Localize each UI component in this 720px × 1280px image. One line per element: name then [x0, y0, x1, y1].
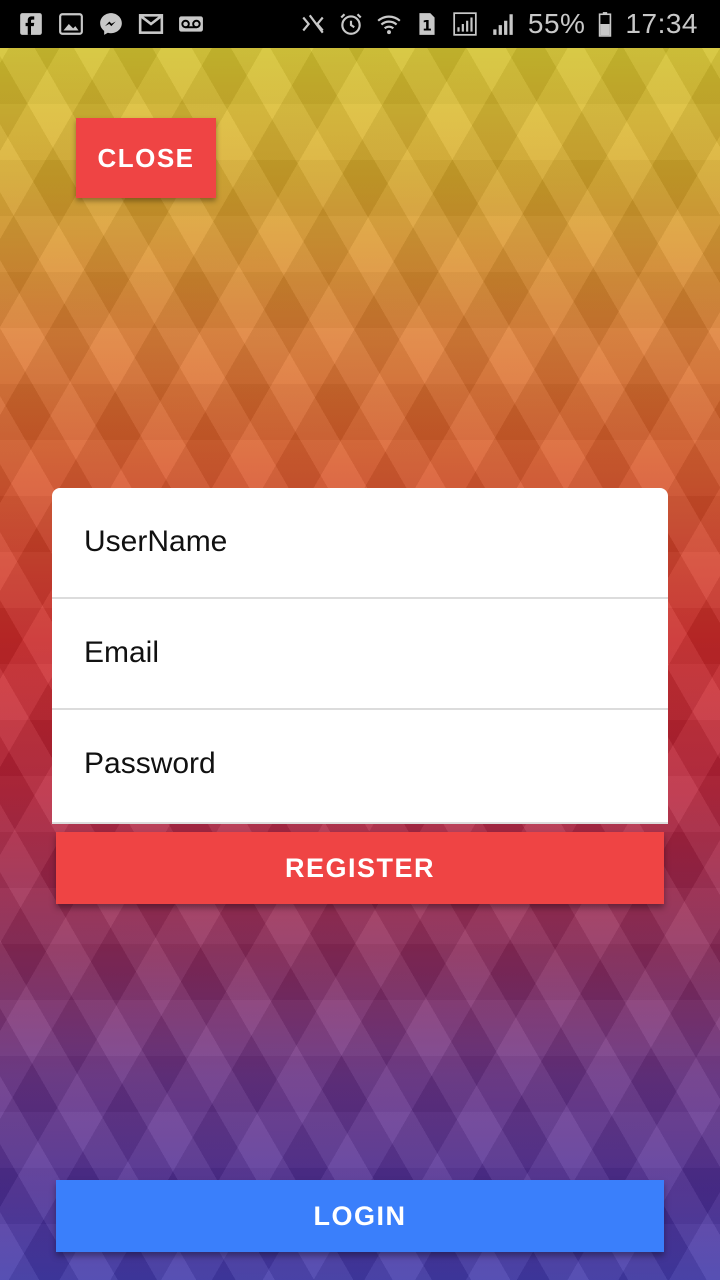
wifi-icon	[376, 11, 402, 37]
messenger-icon	[98, 11, 124, 37]
register-button[interactable]: REGISTER	[56, 832, 664, 904]
login-button[interactable]: LOGIN	[56, 1180, 664, 1252]
gmail-icon	[138, 11, 164, 37]
signal-icon	[452, 11, 478, 37]
battery-percent: 55%	[527, 8, 586, 39]
signal-icon-2	[490, 11, 516, 37]
sim-1-icon: 1	[414, 11, 440, 37]
svg-text:1: 1	[422, 19, 432, 35]
username-field-row	[52, 488, 668, 599]
alarm-icon	[338, 11, 364, 37]
username-input[interactable]	[84, 488, 644, 596]
facebook-icon	[18, 11, 44, 37]
nfc-icon	[300, 11, 326, 37]
register-screen: 1 55% 17:34 CLOSE REGISTER LOGIN	[0, 0, 720, 1280]
close-button[interactable]: CLOSE	[76, 118, 216, 198]
notification-icons	[18, 0, 204, 48]
password-field-row	[52, 710, 668, 824]
email-input[interactable]	[84, 599, 644, 707]
battery-icon	[597, 11, 613, 37]
status-bar: 1 55% 17:34	[0, 0, 720, 48]
email-field-row	[52, 599, 668, 710]
register-form	[52, 488, 668, 824]
image-icon	[58, 11, 84, 37]
password-input[interactable]	[84, 710, 644, 818]
system-icons: 1 55% 17:34	[300, 0, 698, 48]
clock: 17:34	[625, 8, 698, 39]
voicemail-icon	[178, 11, 204, 37]
